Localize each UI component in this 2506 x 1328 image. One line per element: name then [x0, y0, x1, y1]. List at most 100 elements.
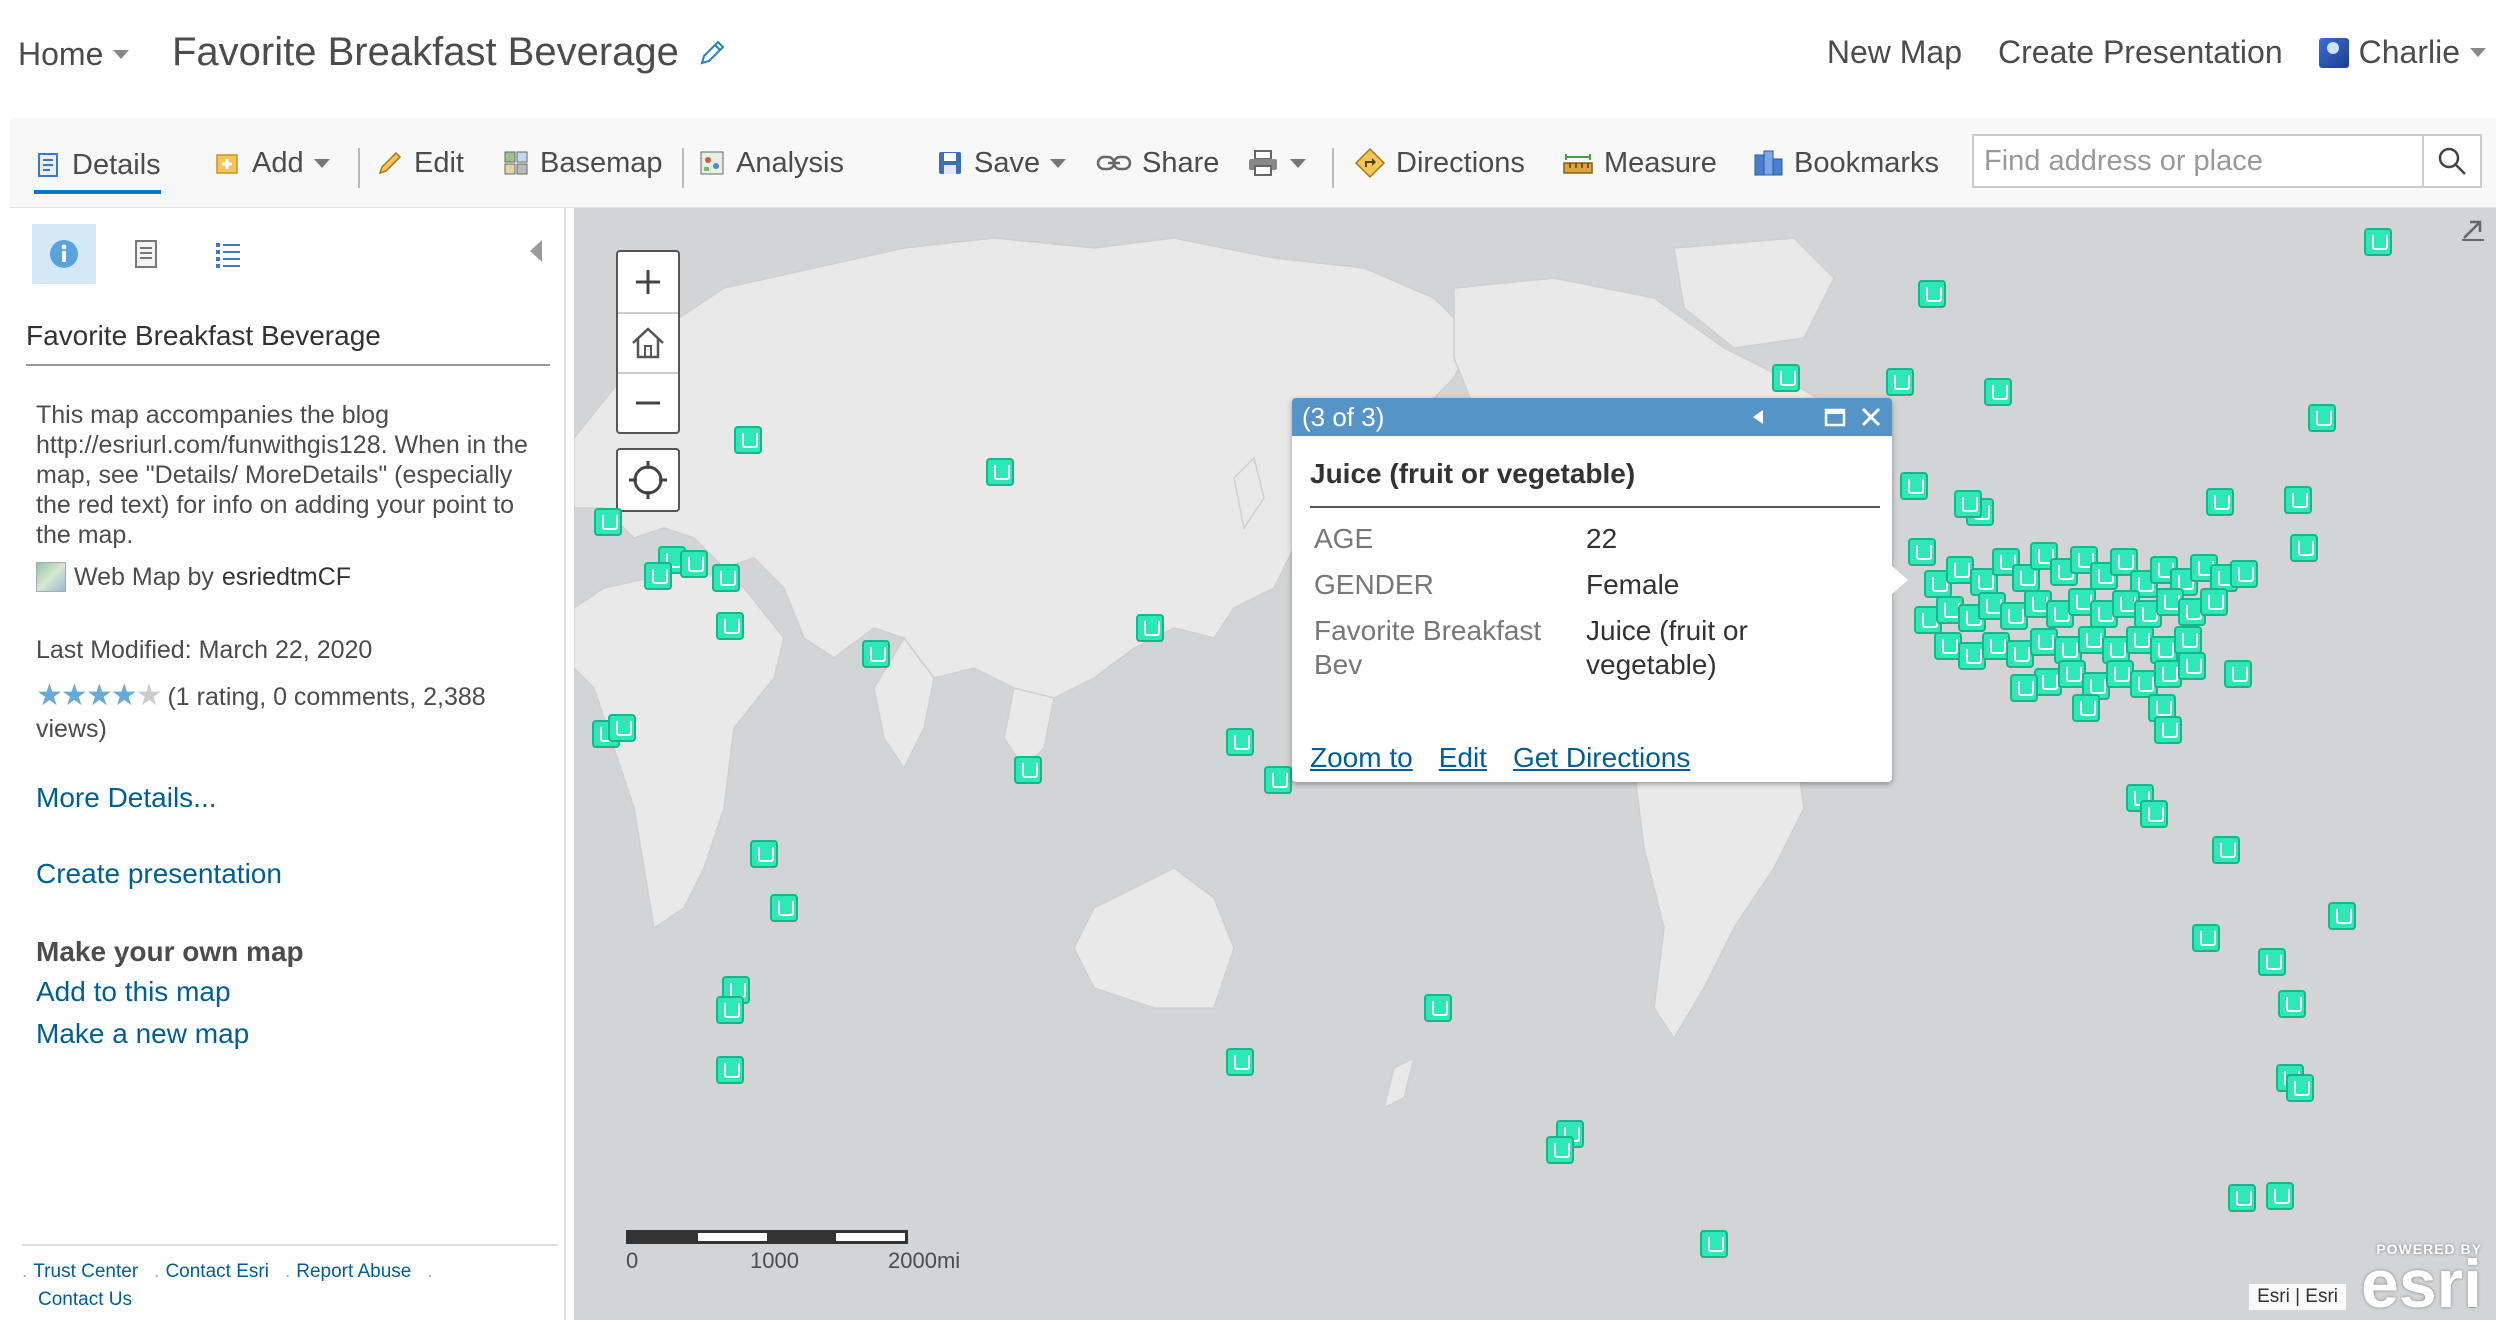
esri-logo[interactable]: POWERED BY esri [2361, 1241, 2482, 1318]
trust-center-link[interactable]: Trust Center [33, 1261, 138, 1282]
details-button[interactable]: Details [34, 140, 161, 194]
map-marker[interactable] [1886, 368, 1914, 396]
map-marker[interactable] [2200, 588, 2228, 616]
map-marker[interactable] [1424, 994, 1452, 1022]
previous-feature-button[interactable] [1744, 402, 1774, 432]
map-marker[interactable] [2224, 660, 2252, 688]
map-marker[interactable] [1226, 1048, 1254, 1076]
map-marker[interactable] [1226, 728, 1254, 756]
user-menu[interactable]: Charlie [2318, 34, 2486, 71]
map-marker[interactable] [1014, 756, 1042, 784]
add-to-map-link[interactable]: Add to this map [36, 976, 231, 1008]
map-marker[interactable] [2010, 674, 2038, 702]
rating-stars[interactable]: ★★★★★ [36, 680, 163, 712]
map-marker[interactable] [716, 996, 744, 1024]
owner-link[interactable]: esriedtmCF [222, 563, 351, 592]
map-marker[interactable] [1136, 614, 1164, 642]
directions-button[interactable]: Directions [1354, 140, 1525, 186]
map-marker[interactable] [862, 640, 890, 668]
map-marker[interactable] [716, 612, 744, 640]
map-marker[interactable] [608, 714, 636, 742]
map-marker[interactable] [2290, 534, 2318, 562]
map-toolbar: Details Add Edit Basemap Analysis Save S… [10, 118, 2496, 208]
map-marker[interactable] [644, 562, 672, 590]
chevron-down-icon [1290, 158, 1306, 168]
default-extent-button[interactable] [618, 312, 678, 372]
map-marker[interactable] [2174, 626, 2202, 654]
map-marker[interactable] [2178, 652, 2206, 680]
tab-about[interactable] [32, 224, 96, 284]
map-marker[interactable] [734, 426, 762, 454]
collapse-panel-icon[interactable] [530, 240, 542, 262]
map-attribution[interactable]: Esri | Esri [2249, 1284, 2346, 1310]
map-marker[interactable] [770, 894, 798, 922]
map-marker[interactable] [2284, 486, 2312, 514]
home-menu[interactable]: Home [18, 36, 130, 73]
get-directions-link[interactable]: Get Directions [1513, 742, 1690, 774]
zoom-to-link[interactable]: Zoom to [1310, 742, 1413, 774]
print-button[interactable] [1246, 140, 1306, 186]
map-marker[interactable] [2192, 924, 2220, 952]
save-button[interactable]: Save [936, 140, 1067, 186]
search-button[interactable] [2422, 136, 2480, 186]
map-marker[interactable] [1918, 280, 1946, 308]
panel-title: Favorite Breakfast Beverage [26, 320, 550, 366]
more-details-link[interactable]: More Details... [36, 782, 217, 814]
search-input[interactable] [1974, 136, 2422, 186]
tab-legend[interactable] [196, 224, 260, 284]
make-new-map-link[interactable]: Make a new map [36, 1018, 249, 1050]
maximize-button[interactable] [1820, 402, 1850, 432]
map-view[interactable]: (3 of 3) Juice (fruit or vegetable) AGE … [574, 208, 2496, 1320]
bookmarks-button[interactable]: Bookmarks [1752, 140, 1939, 186]
locate-button[interactable] [616, 448, 680, 512]
report-abuse-link[interactable]: Report Abuse [296, 1261, 411, 1282]
map-marker[interactable] [1264, 766, 1292, 794]
map-marker[interactable] [712, 564, 740, 592]
add-button[interactable]: Add [214, 140, 330, 186]
share-button[interactable]: Share [1096, 140, 1219, 186]
map-marker[interactable] [1772, 364, 1800, 392]
new-map-link[interactable]: New Map [1827, 34, 1962, 71]
map-marker[interactable] [1700, 1230, 1728, 1258]
map-marker[interactable] [2072, 694, 2100, 722]
edit-button[interactable]: Edit [376, 140, 464, 186]
map-marker[interactable] [2266, 1182, 2294, 1210]
basemap-button[interactable]: Basemap [502, 140, 663, 186]
map-marker[interactable] [680, 550, 708, 578]
map-marker[interactable] [594, 508, 622, 536]
map-marker[interactable] [750, 840, 778, 868]
map-marker[interactable] [2140, 800, 2168, 828]
create-presentation-panel-link[interactable]: Create presentation [36, 858, 282, 890]
zoom-in-button[interactable] [618, 252, 678, 312]
map-marker[interactable] [1954, 490, 1982, 518]
measure-button[interactable]: Measure [1562, 140, 1717, 186]
create-presentation-link[interactable]: Create Presentation [1998, 34, 2283, 71]
map-marker[interactable] [716, 1056, 744, 1084]
map-marker[interactable] [2364, 228, 2392, 256]
map-marker[interactable] [1908, 538, 1936, 566]
analysis-button[interactable]: Analysis [698, 140, 844, 186]
map-marker[interactable] [2154, 716, 2182, 744]
tab-content[interactable] [114, 224, 178, 284]
map-marker[interactable] [1900, 472, 1928, 500]
zoom-out-button[interactable] [618, 372, 678, 432]
contact-us-link[interactable]: Contact Us [38, 1289, 132, 1310]
map-marker[interactable] [2206, 488, 2234, 516]
contact-esri-link[interactable]: Contact Esri [165, 1261, 268, 1282]
map-marker[interactable] [2258, 948, 2286, 976]
map-marker[interactable] [2230, 560, 2258, 588]
map-marker[interactable] [2228, 1184, 2256, 1212]
map-marker[interactable] [2286, 1074, 2314, 1102]
map-marker[interactable] [1546, 1136, 1574, 1164]
webmap-thumbnail-icon [36, 562, 66, 592]
map-marker[interactable] [2212, 836, 2240, 864]
map-marker[interactable] [1984, 378, 2012, 406]
map-marker[interactable] [2328, 902, 2356, 930]
edit-feature-link[interactable]: Edit [1439, 742, 1487, 774]
expand-icon[interactable] [2458, 214, 2488, 244]
map-marker[interactable] [2278, 990, 2306, 1018]
map-marker[interactable] [986, 458, 1014, 486]
close-popup-button[interactable] [1856, 402, 1886, 432]
pencil-icon[interactable] [697, 38, 727, 68]
map-marker[interactable] [2308, 404, 2336, 432]
